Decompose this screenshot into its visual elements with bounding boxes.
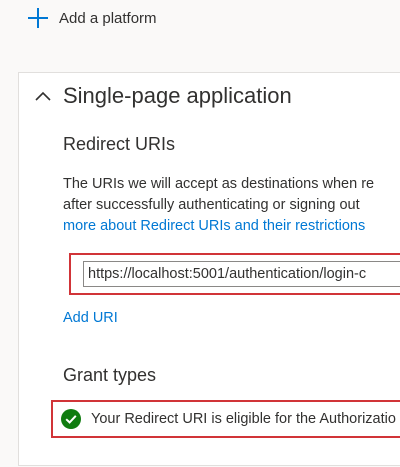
description-line-1: The URIs we will accept as destinations …: [63, 176, 375, 192]
check-circle-icon: [61, 409, 81, 429]
grant-types-heading: Grant types: [63, 365, 157, 385]
plus-icon: [28, 8, 48, 28]
chevron-up-icon[interactable]: [33, 86, 53, 106]
add-uri-link[interactable]: Add URI: [63, 310, 118, 326]
grant-types-status-text: Your Redirect URI is eligible for the Au…: [91, 411, 396, 427]
add-platform-button[interactable]: Add a platform: [28, 8, 157, 28]
card-header[interactable]: Single-page application: [33, 83, 292, 109]
redirect-uri-highlight: https://localhost:5001/authentication/lo…: [69, 253, 400, 295]
grant-types-status: Your Redirect URI is eligible for the Au…: [51, 400, 400, 438]
redirect-uris-learn-more-link[interactable]: more about Redirect URIs and their restr…: [63, 216, 400, 237]
add-platform-label: Add a platform: [59, 9, 157, 27]
redirect-uri-input[interactable]: https://localhost:5001/authentication/lo…: [83, 261, 400, 287]
redirect-uris-heading: Redirect URIs: [63, 134, 176, 154]
description-line-2: after successfully authenticating or sig…: [63, 197, 360, 213]
card-title: Single-page application: [63, 83, 292, 108]
single-page-application-card: Single-page application Redirect URIs Th…: [18, 72, 400, 466]
redirect-uris-description: The URIs we will accept as destinations …: [63, 174, 400, 237]
